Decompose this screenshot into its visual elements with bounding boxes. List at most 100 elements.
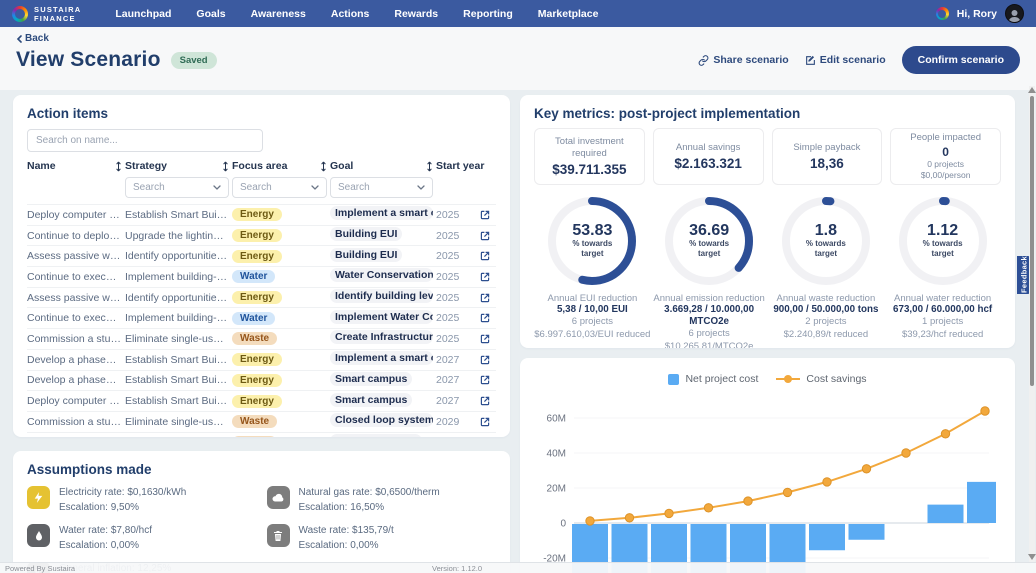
open-action-icon[interactable] [479,436,491,437]
action-name-link[interactable]: Commission a study on... [27,416,122,428]
confirm-scenario-button[interactable]: Confirm scenario [902,46,1020,74]
open-action-icon[interactable] [479,416,491,428]
goal-label: Building EUI [330,248,402,262]
goal-label: Smart campus [330,372,412,386]
open-action-icon[interactable] [479,271,491,283]
open-action-icon[interactable] [479,374,491,386]
start-year: 2025 [436,230,476,242]
action-name-link[interactable]: Continue to deploy LED ... [27,230,122,242]
edit-scenario-button[interactable]: Edit scenario [805,54,886,66]
nav-item-launchpad[interactable]: Launchpad [115,8,171,20]
focus-area-badge: Energy [232,208,282,221]
sort-icon[interactable] [115,161,122,172]
strategy-filter-select[interactable]: Search [125,177,229,198]
nav-item-rewards[interactable]: Rewards [394,8,438,20]
scroll-up-arrow-icon[interactable] [1028,87,1036,93]
goal-label: Building EUI [330,227,402,241]
action-name-link[interactable]: Develop a phased impl... [27,354,122,366]
action-strategy-link[interactable]: Identify opportunities fo... [125,292,229,304]
app-footer: Powered By Sustaira Version: 1.12.0 [0,562,1036,573]
open-action-icon[interactable] [479,333,491,345]
action-strategy-link[interactable]: Establish Smart Buildin... [125,395,229,407]
focus-area-badge: Waste [232,332,277,345]
start-year: 2025 [436,271,476,283]
action-strategy-link[interactable]: Expand the centralized ... [125,436,229,437]
user-avatar[interactable] [1005,4,1024,23]
action-strategy-link[interactable]: Implement building-sc... [125,271,229,283]
goal-label: Implement Water Conse [330,310,433,324]
column-header-strategy[interactable]: Strategy [125,160,229,172]
action-name-link[interactable]: Deploy computer powe... [27,395,122,407]
search-input[interactable] [27,129,263,152]
open-action-icon[interactable] [479,354,491,366]
gauge-progress-values: 900,00 / 50.000,00 tons [773,304,878,316]
sort-icon[interactable] [320,161,327,172]
sort-icon[interactable] [222,161,229,172]
column-header-focus-area[interactable]: Focus area [232,160,327,172]
assumptions-card: Assumptions made Electricity rate: $0,16… [13,451,510,573]
start-year: 2027 [436,395,476,407]
action-strategy-link[interactable]: Implement building-sc... [125,312,229,324]
action-name-link[interactable]: Develop a phased impl... [27,374,122,386]
gauge-metric-name: Annual emission reduction [653,293,764,304]
legend-cost-savings[interactable]: Cost savings [776,373,866,385]
table-row: Commission a study on...Eliminate single… [27,411,496,432]
open-action-icon[interactable] [479,395,491,407]
scrollbar-thumb[interactable] [1030,96,1034,386]
action-strategy-link[interactable]: Establish Smart Buildin... [125,374,229,386]
gauge-value: 1.12 [927,223,958,239]
open-action-icon[interactable] [479,292,491,304]
legend-net-project-cost[interactable]: Net project cost [668,373,758,385]
nav-item-reporting[interactable]: Reporting [463,8,513,20]
focus-area-filter-select[interactable]: Search [232,177,327,198]
action-strategy-link[interactable]: Eliminate single-use pl... [125,416,229,428]
trash-icon [267,524,290,547]
edit-icon [805,55,816,66]
action-strategy-link[interactable]: Eliminate single-use pl... [125,333,229,345]
action-name-link[interactable]: Assess passive window ... [27,250,122,262]
action-name-link[interactable]: Continue implementati... [27,436,122,437]
metric-annual-savings: Annual savings $2.163.321 [653,128,764,185]
action-name-link[interactable]: Assess passive window ... [27,292,122,304]
assumption-waste: Waste rate: $135,79/tEscalation: 0,00% [267,524,497,553]
open-action-icon[interactable] [479,250,491,262]
column-header-name[interactable]: Name [27,160,122,172]
action-name-link[interactable]: Commission a study on... [27,333,122,345]
assumption-natural-gas: Natural gas rate: $0,6500/thermEscalatio… [267,486,497,515]
open-action-icon[interactable] [479,230,491,242]
nav-item-awareness[interactable]: Awareness [251,8,306,20]
goal-label: Create Infrastructure, Pc [330,330,433,344]
gauge-sub-label: % towardstarget [806,239,846,260]
gauge-value: 36.69 [689,223,729,239]
page-scrollbar [1029,86,1035,562]
scroll-down-arrow-icon[interactable] [1028,554,1036,560]
sort-icon[interactable] [426,161,433,172]
action-strategy-link[interactable]: Upgrade the lighting & ... [125,230,229,242]
action-strategy-link[interactable]: Establish Smart Buildin... [125,209,229,221]
action-name-link[interactable]: Continue to execute lo... [27,312,122,324]
action-strategy-link[interactable]: Establish Smart Buildin... [125,354,229,366]
open-action-icon[interactable] [479,209,491,221]
nav-item-goals[interactable]: Goals [196,8,225,20]
action-name-link[interactable]: Continue to execute lo... [27,271,122,283]
goal-label: Implement a smart cam [330,351,433,365]
action-name-link[interactable]: Deploy computer powe... [27,209,122,221]
action-items-card: Action items Name Strategy Focus area Go… [13,95,510,437]
brand-logo[interactable]: SUSTAIRA FINANCE [12,5,81,23]
column-header-goal[interactable]: Goal [330,160,433,172]
gauge-2: 1.8% towardstargetAnnual waste reduction… [768,193,885,348]
nav-item-actions[interactable]: Actions [331,8,370,20]
table-row: Commission a study on...Eliminate single… [27,328,496,349]
svg-text:60M: 60M [547,414,566,425]
gauge-cost-per-unit: $6.997.610,03/EUI reduced [534,329,650,341]
goal-filter-select[interactable]: Search [330,177,433,198]
open-action-icon[interactable] [479,312,491,324]
nav-item-marketplace[interactable]: Marketplace [538,8,599,20]
start-year: 2027 [436,374,476,386]
back-button[interactable]: Back [16,33,49,44]
assumptions-title: Assumptions made [27,462,496,477]
share-scenario-button[interactable]: Share scenario [698,54,788,66]
table-row: Continue to execute lo...Implement build… [27,307,496,328]
action-strategy-link[interactable]: Identify opportunities fo... [125,250,229,262]
page-header: Back View Scenario Saved Share scenario … [0,27,1036,90]
